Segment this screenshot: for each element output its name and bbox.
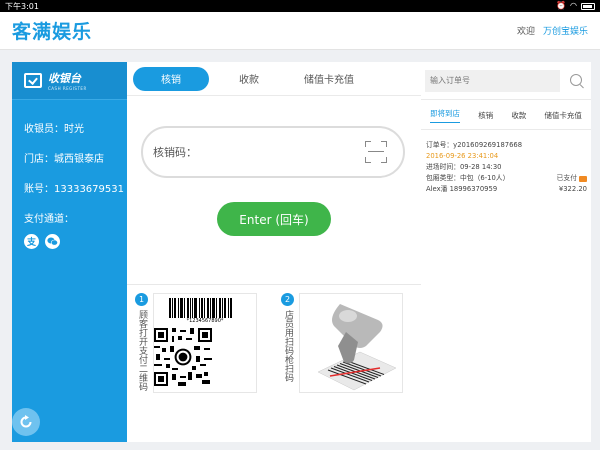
order-search-bar bbox=[421, 62, 591, 100]
tab-verify[interactable]: 核销 bbox=[133, 66, 209, 91]
scan-guide: 1 顾客打开支付二维码 *1234567890* 2 店员用扫码枪扫码 bbox=[127, 284, 421, 442]
main-panel: 核销 收款 储值卡充值 核销码： Enter (回车) 1 顾客打开支付二维码 … bbox=[127, 62, 421, 442]
main-tabs: 核销 收款 储值卡充值 bbox=[127, 62, 421, 96]
order-tabs: 即将到店 核销 收款 储值卡充值 bbox=[421, 102, 591, 130]
register-check-icon bbox=[24, 73, 42, 88]
brand-subtitle: CASH REGISTER bbox=[48, 86, 87, 91]
enter-button[interactable]: Enter (回车) bbox=[217, 202, 331, 236]
orders-panel: 即将到店 核销 收款 储值卡充值 订单号：y201609269187668 20… bbox=[421, 62, 591, 442]
app-header: 客满娱乐 欢迎 万创宝娱乐 bbox=[0, 12, 600, 50]
guide-step-1: 1 顾客打开支付二维码 bbox=[135, 293, 148, 391]
verify-code-label: 核销码： bbox=[153, 146, 197, 159]
tab-collect[interactable]: 收款 bbox=[209, 67, 289, 91]
tab-upcoming[interactable]: 即将到店 bbox=[430, 108, 461, 123]
step-2-number: 2 bbox=[281, 293, 294, 306]
welcome-text: 欢迎 bbox=[516, 27, 535, 37]
search-icon[interactable] bbox=[570, 73, 584, 88]
order-arrival: 进场时间：09-28 14:30 bbox=[426, 163, 502, 171]
alipay-icon[interactable]: 支 bbox=[24, 234, 39, 249]
qr-code-image bbox=[154, 328, 212, 386]
order-search-input[interactable] bbox=[425, 69, 560, 92]
scan-icon[interactable] bbox=[365, 141, 387, 163]
status-time: 下午3:01 bbox=[5, 1, 39, 11]
order-customer: Alex潘 18996370959 bbox=[426, 185, 498, 193]
scanner-card bbox=[299, 293, 403, 393]
battery-icon bbox=[581, 2, 595, 10]
guide-step-2: 2 店员用扫码枪扫码 bbox=[281, 293, 294, 382]
wifi-icon: ◠ bbox=[570, 1, 577, 10]
refresh-icon bbox=[20, 415, 32, 428]
card-icon bbox=[579, 175, 587, 182]
account-info: 账号：13333679531 bbox=[24, 183, 124, 195]
order-room-type: 包厢类型：中包（6-10人） bbox=[426, 174, 510, 182]
cashier-info: 收银员：时光 bbox=[24, 123, 84, 135]
paid-label: 已支付 bbox=[556, 174, 577, 182]
tab-card-recharge[interactable]: 储值卡充值 bbox=[289, 67, 369, 91]
barcode-number: *1234567890* bbox=[186, 318, 224, 324]
order-paid-status: 已支付 bbox=[557, 173, 587, 184]
refresh-button[interactable] bbox=[12, 408, 40, 436]
user-name-link[interactable]: 万创宝娱乐 bbox=[543, 24, 588, 37]
sidebar: 收银台 CASH REGISTER 收银员：时光 门店：城西银泰店 账号：133… bbox=[12, 62, 127, 442]
header-user-area: 欢迎 万创宝娱乐 bbox=[517, 24, 588, 37]
order-item[interactable]: 订单号：y201609269187668 2016-09-26 23:41:04… bbox=[421, 130, 591, 195]
alarm-icon: ⏰ bbox=[556, 1, 567, 10]
status-icons: ⏰ ◠ bbox=[556, 2, 595, 10]
verify-code-input[interactable]: 核销码： bbox=[141, 126, 405, 178]
status-bar: 下午3:01 ⏰ ◠ bbox=[0, 0, 600, 12]
tab-verified[interactable]: 核销 bbox=[478, 110, 493, 121]
step-1-number: 1 bbox=[135, 293, 148, 306]
tab-collected[interactable]: 收款 bbox=[511, 110, 526, 121]
step-2-text: 店员用扫码枪扫码 bbox=[283, 310, 293, 382]
cash-register-brand: 收银台 CASH REGISTER bbox=[12, 62, 127, 100]
order-price: ¥322.20 bbox=[558, 185, 587, 193]
order-time: 2016-09-26 23:41:04 bbox=[426, 152, 499, 160]
app-logo: 客满娱乐 bbox=[12, 21, 93, 43]
tab-recharge[interactable]: 储值卡充值 bbox=[544, 110, 582, 121]
store-info: 门店：城西银泰店 bbox=[24, 153, 104, 165]
step-1-text: 顾客打开支付二维码 bbox=[137, 310, 147, 391]
pay-code-card: *1234567890* bbox=[153, 293, 257, 393]
order-number: 订单号：y201609269187668 bbox=[426, 141, 523, 149]
barcode-image bbox=[169, 298, 241, 318]
barcode-scanner-image bbox=[317, 304, 397, 391]
pay-channel-label: 支付通道： bbox=[24, 213, 74, 225]
pay-channel-icons: 支 bbox=[12, 234, 127, 249]
wechat-pay-icon[interactable] bbox=[45, 234, 60, 249]
brand-title: 收银台 bbox=[48, 72, 81, 85]
